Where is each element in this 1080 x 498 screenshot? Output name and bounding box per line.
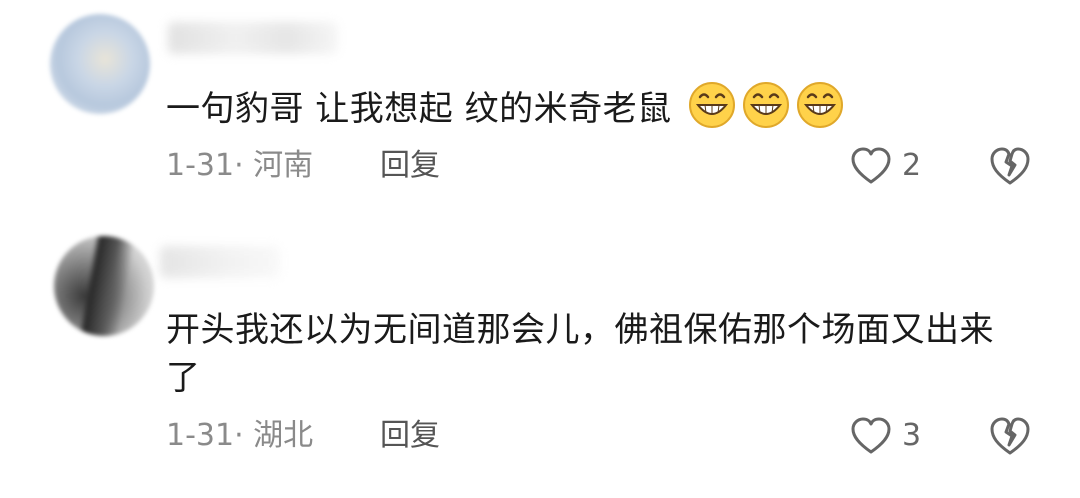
avatar[interactable] — [50, 14, 150, 114]
comment-item: 开头我还以为无间道那会儿，佛祖保佑那个场面又出来了 1-31· 湖北 回复 3 — [0, 220, 1080, 498]
grinning-face-icon — [688, 82, 735, 128]
comment-text: 一句豹哥 让我想起 纹的米奇老鼠 — [166, 89, 672, 129]
grinning-face-icon — [796, 82, 843, 128]
comment-item: 一句豹哥 让我想起 纹的米奇老鼠 1-31· 河南 回复 2 — [0, 0, 1080, 220]
like-count: 2 — [902, 148, 922, 183]
like-count: 3 — [902, 418, 922, 453]
dislike-broken-heart-icon[interactable] — [988, 415, 1032, 457]
comment-text: 开头我还以为无间道那会儿，佛祖保佑那个场面又出来了 — [166, 310, 994, 398]
reply-button[interactable]: 回复 — [380, 416, 440, 456]
like-heart-icon[interactable] — [850, 146, 892, 186]
like-heart-icon[interactable] — [850, 416, 892, 456]
username-redacted[interactable] — [168, 22, 338, 54]
comment-text-block: 一句豹哥 让我想起 纹的米奇老鼠 — [166, 80, 845, 133]
comment-meta: 1-31· 湖北 — [166, 418, 314, 453]
comment-meta: 1-31· 河南 — [166, 148, 314, 183]
avatar[interactable] — [54, 236, 154, 336]
grinning-face-icon — [742, 82, 789, 128]
reply-button[interactable]: 回复 — [380, 146, 440, 186]
dislike-broken-heart-icon[interactable] — [988, 145, 1032, 187]
username-redacted[interactable] — [160, 246, 280, 278]
